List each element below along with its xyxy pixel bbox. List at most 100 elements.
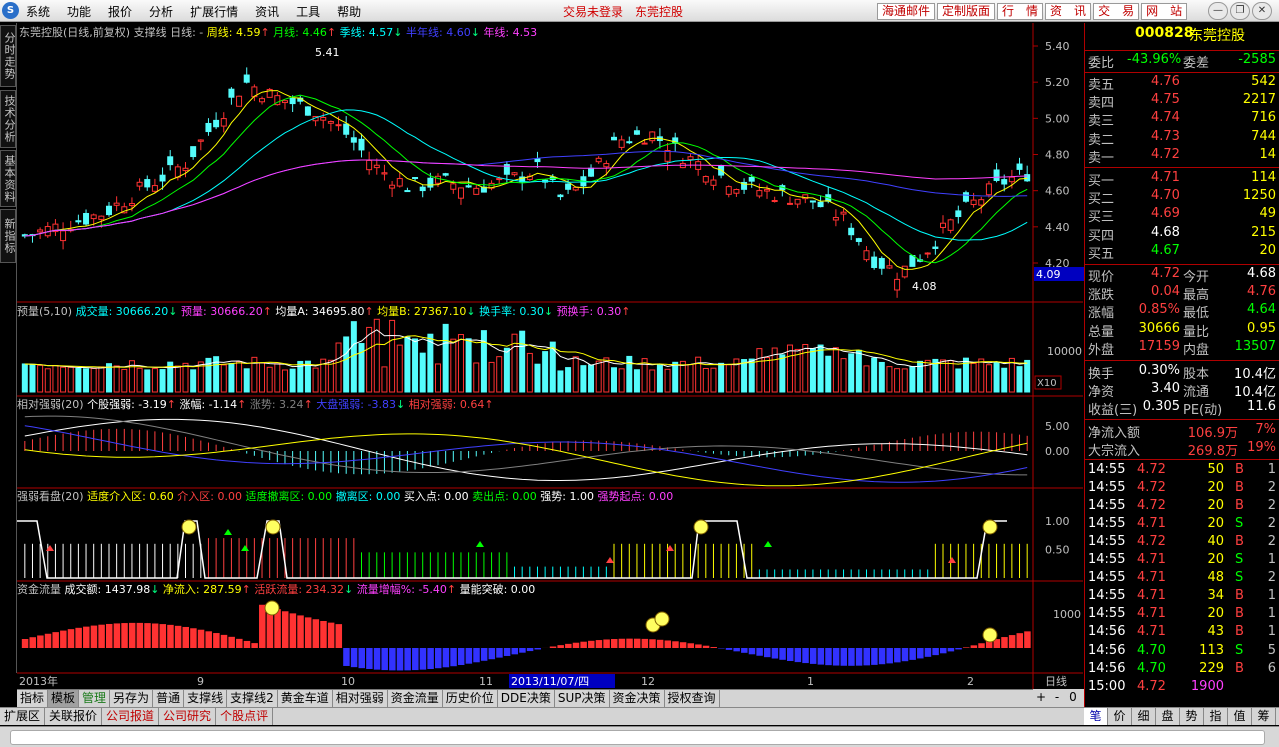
quote-cell: B	[1235, 660, 1244, 676]
indicator-tab[interactable]: DDE决策	[498, 690, 555, 707]
quote-tab[interactable]: 盘	[1156, 708, 1180, 725]
left-tab[interactable]: 技术分析	[0, 90, 16, 148]
indicator-tab[interactable]: 历史价位	[443, 690, 498, 707]
menu-item[interactable]: 分析	[149, 3, 173, 20]
extension-tab[interactable]: 关联报价	[45, 708, 103, 725]
flow-bar	[220, 634, 228, 648]
quote-cell: B	[1235, 498, 1244, 514]
flow-bar	[710, 647, 717, 648]
indicator-tab[interactable]: 资金决策	[610, 690, 665, 707]
left-tab[interactable]: 新指标	[0, 209, 16, 263]
flow-bar	[52, 632, 59, 648]
candle-body	[182, 167, 189, 172]
candle-body	[128, 203, 135, 206]
quote-cell: 4.72	[1137, 462, 1166, 477]
period-label[interactable]: 日线	[1045, 674, 1067, 688]
flow-bar	[457, 648, 465, 666]
flow-bar	[848, 648, 855, 666]
quote-tab[interactable]: 值	[1228, 708, 1252, 725]
volume-bar	[327, 359, 334, 393]
close-icon[interactable]: ✕	[1252, 2, 1272, 20]
quote-cell: 40	[1207, 534, 1224, 550]
extension-tab[interactable]: 扩展区	[0, 708, 46, 725]
zoom-reset-button[interactable]: 0	[1065, 689, 1081, 706]
menu-item[interactable]: 报价	[108, 3, 132, 20]
trend-arrow-icon: ↓	[471, 26, 484, 39]
date-axis-label: 2013年	[19, 674, 58, 688]
strength-tick-label: 0.50	[1045, 544, 1070, 557]
top-button[interactable]: 定制版面	[937, 3, 996, 20]
quote-tab[interactable]: 细	[1132, 708, 1156, 725]
volume-bar	[442, 323, 449, 393]
top-button[interactable]: 海通邮件	[877, 3, 936, 20]
kline-chart-area[interactable]: 5.405.205.004.804.604.404.205.414.084.09…	[17, 23, 1084, 689]
candle-body	[832, 217, 839, 221]
left-tab[interactable]: 基本资料	[0, 150, 16, 207]
tick-row: 14:56 4.71 43 B 1	[1085, 624, 1279, 642]
extension-tab[interactable]: 公司报道	[102, 708, 160, 725]
quote-tab[interactable]: 指	[1204, 708, 1228, 725]
indicator-tab[interactable]: 支撑线2	[227, 690, 278, 707]
high-price-label: 5.41	[315, 46, 340, 59]
candle-body	[970, 199, 977, 206]
panel-title: 强弱看盘(20)	[17, 489, 87, 503]
indicator-tab[interactable]: 支撑线	[184, 690, 228, 707]
zoom-in-button[interactable]: +	[1033, 689, 1049, 706]
zoom-out-button[interactable]: -	[1049, 689, 1065, 706]
flow-bar	[113, 623, 121, 648]
volume-bar	[863, 365, 870, 393]
quote-tab[interactable]: 笔	[1084, 708, 1108, 725]
volume-bar	[855, 349, 862, 393]
menu-item[interactable]: 工具	[296, 3, 320, 20]
flow-bar	[121, 623, 128, 648]
minimize-icon[interactable]: —	[1208, 2, 1228, 20]
volume-bar	[672, 361, 679, 393]
menu-item[interactable]: 功能	[67, 3, 91, 20]
indicator-tab[interactable]: 黄金车道	[278, 690, 333, 707]
indicator-tab[interactable]: 模板	[48, 690, 80, 707]
extension-tab[interactable]: 个股点评	[216, 708, 274, 725]
indicator-tab[interactable]: SUP决策	[555, 690, 610, 707]
volume-bar	[603, 357, 610, 393]
indicator-tab[interactable]: 另存为	[110, 690, 154, 707]
flow-bar	[610, 639, 618, 648]
menu-item[interactable]: 帮助	[337, 3, 361, 20]
command-input[interactable]	[10, 730, 1265, 745]
menu-item[interactable]: 资讯	[255, 3, 279, 20]
candle-body	[105, 205, 112, 216]
extension-tab[interactable]: 公司研究	[159, 708, 217, 725]
volume-bar	[274, 363, 281, 393]
menu-item[interactable]: 系统	[26, 3, 50, 20]
top-button[interactable]: 资 讯	[1045, 3, 1092, 20]
restore-icon[interactable]: ❐	[1230, 2, 1250, 20]
quote-cell: 106.9万	[1187, 426, 1238, 441]
divider	[1085, 50, 1279, 51]
volume-bar	[534, 363, 541, 393]
indicator-tab[interactable]: 相对强弱	[333, 690, 388, 707]
smiley-icon	[654, 611, 670, 627]
stock-name: 东莞控股	[1189, 28, 1245, 44]
indicator-tab[interactable]: 普通	[153, 690, 185, 707]
indicator-tab[interactable]: 管理	[79, 690, 111, 707]
menu-item[interactable]: 扩展行情	[190, 3, 238, 20]
left-tab[interactable]: 分时走势	[0, 25, 16, 87]
legend-item: 介入区: 0.00	[177, 490, 242, 503]
top-button[interactable]: 网 站	[1141, 3, 1188, 20]
candle-body	[809, 200, 816, 203]
quote-cell: S	[1235, 516, 1244, 532]
indicator-tab[interactable]: 资金流量	[388, 690, 443, 707]
indicator-tab[interactable]: 授权查询	[665, 690, 720, 707]
quote-tab[interactable]: 筹	[1252, 708, 1276, 725]
top-button[interactable]: 行 情	[997, 3, 1044, 20]
candle-body	[748, 176, 755, 182]
panel-legend: 相对强弱(20) 个股强弱: -3.19↑ 涨幅: -1.14↑ 涨势: 3.2…	[17, 397, 494, 411]
indicator-tab[interactable]: 指标	[17, 690, 49, 707]
candle-body	[894, 278, 901, 291]
flow-bar	[764, 648, 771, 658]
quote-tab[interactable]: 势	[1180, 708, 1204, 725]
quote-cell: 大宗流入	[1088, 444, 1141, 460]
flow-bar	[588, 640, 595, 648]
quote-tab[interactable]: 价	[1108, 708, 1132, 725]
app-logo-icon[interactable]: S	[2, 2, 19, 19]
top-button[interactable]: 交 易	[1093, 3, 1140, 20]
